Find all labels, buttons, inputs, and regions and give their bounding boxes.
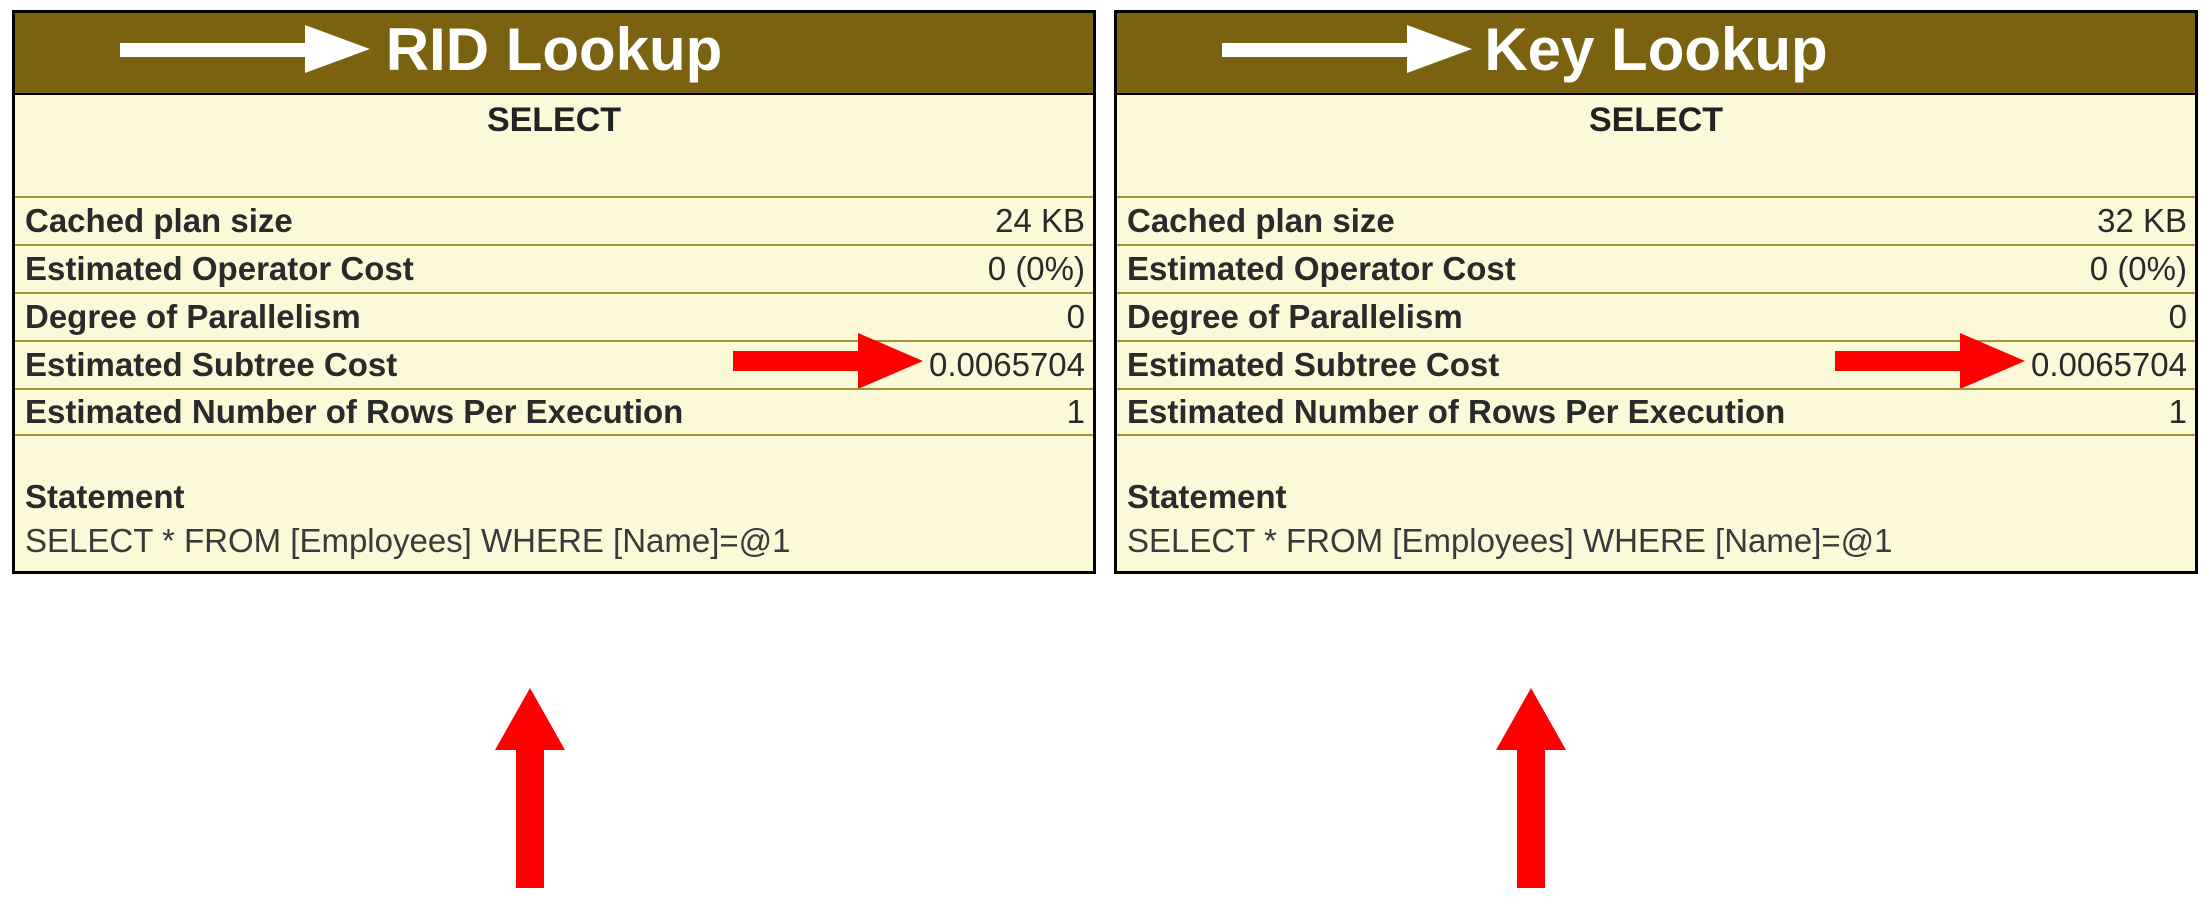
property-value: 0.0065704: [929, 346, 1085, 384]
property-label: Degree of Parallelism: [1127, 298, 1463, 336]
body-title: SELECT: [15, 95, 1093, 148]
statement-text: SELECT * FROM [Employees] WHERE [Name]=@…: [25, 520, 1085, 563]
statement-text: SELECT * FROM [Employees] WHERE [Name]=@…: [1127, 520, 2187, 563]
arrow-right-icon: [1222, 20, 1472, 86]
property-label: Estimated Operator Cost: [25, 250, 414, 288]
property-row: Cached plan size 32 KB: [1117, 196, 2195, 244]
property-row: Estimated Number of Rows Per Execution 1: [1117, 388, 2195, 436]
property-value: 0 (0%): [2090, 250, 2187, 288]
arrow-right-icon: [120, 20, 370, 86]
spacer: [25, 436, 1085, 478]
property-value: 0 (0%): [988, 250, 1085, 288]
property-row-highlight: Estimated Subtree Cost 0.0065704: [1117, 340, 2195, 388]
property-value: 0: [1067, 298, 1085, 336]
panel-title: RID Lookup: [386, 16, 723, 83]
panel-key-lookup: Key Lookup SELECT Cached plan size 32 KB…: [1114, 10, 2198, 574]
spacer: [1117, 148, 2195, 196]
property-label: Estimated Subtree Cost: [1127, 346, 1499, 384]
property-label: Cached plan size: [25, 202, 293, 240]
property-row: Estimated Operator Cost 0 (0%): [15, 244, 1093, 292]
panel-rid-lookup: RID Lookup SELECT Cached plan size 24 KB…: [12, 10, 1096, 574]
property-value: 0: [2169, 298, 2187, 336]
panel-header-key: Key Lookup: [1117, 13, 2195, 95]
highlight-arrow-up-icon: [1496, 688, 1566, 893]
highlight-arrow-up-icon: [495, 688, 565, 893]
property-row: Cached plan size 24 KB: [15, 196, 1093, 244]
property-row: Estimated Operator Cost 0 (0%): [1117, 244, 2195, 292]
statement-label: Statement: [25, 478, 1085, 520]
property-label: Estimated Subtree Cost: [25, 346, 397, 384]
panels-container: RID Lookup SELECT Cached plan size 24 KB…: [12, 10, 2198, 574]
property-label: Estimated Number of Rows Per Execution: [25, 393, 683, 431]
property-value: 1: [2169, 393, 2187, 431]
property-label: Estimated Number of Rows Per Execution: [1127, 393, 1785, 431]
property-value: 1: [1067, 393, 1085, 431]
statement-block: Statement SELECT * FROM [Employees] WHER…: [1117, 436, 2195, 571]
property-value: 24 KB: [995, 202, 1085, 240]
spacer: [1127, 436, 2187, 478]
property-value: 32 KB: [2097, 202, 2187, 240]
property-row: Degree of Parallelism 0: [1117, 292, 2195, 340]
property-row-highlight: Estimated Subtree Cost 0.0065704: [15, 340, 1093, 388]
body-title: SELECT: [1117, 95, 2195, 148]
spacer: [15, 148, 1093, 196]
property-row: Estimated Number of Rows Per Execution 1: [15, 388, 1093, 436]
property-value: 0.0065704: [2031, 346, 2187, 384]
page-root: RID Lookup SELECT Cached plan size 24 KB…: [0, 0, 2210, 904]
panel-header-rid: RID Lookup: [15, 13, 1093, 95]
property-label: Cached plan size: [1127, 202, 1395, 240]
property-label: Degree of Parallelism: [25, 298, 361, 336]
panel-body-key: SELECT Cached plan size 32 KB Estimated …: [1117, 95, 2195, 571]
panel-title: Key Lookup: [1484, 16, 1827, 83]
statement-label: Statement: [1127, 478, 2187, 520]
statement-block: Statement SELECT * FROM [Employees] WHER…: [15, 436, 1093, 571]
property-row: Degree of Parallelism 0: [15, 292, 1093, 340]
panel-body-rid: SELECT Cached plan size 24 KB Estimated …: [15, 95, 1093, 571]
property-label: Estimated Operator Cost: [1127, 250, 1516, 288]
